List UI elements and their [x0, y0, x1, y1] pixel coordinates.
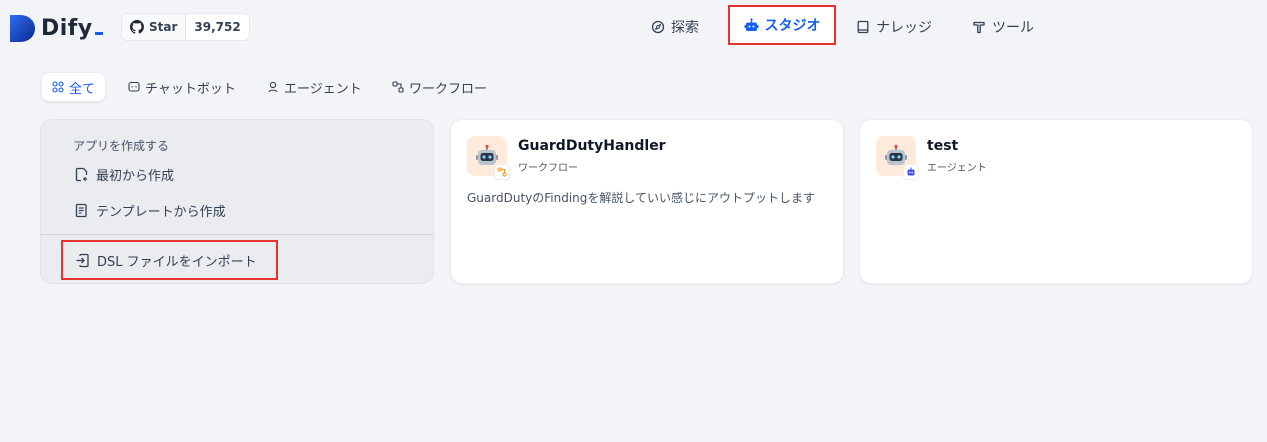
filter-tab-chatbot-label: チャットボット: [145, 81, 236, 97]
app-type: エージェント: [927, 163, 987, 174]
create-divider: [41, 234, 433, 235]
compass-icon: [651, 20, 665, 34]
github-star-widget[interactable]: Star 39,752: [121, 13, 250, 41]
hammer-icon: [973, 21, 985, 34]
grid-icon: [52, 81, 64, 93]
nav-explore-label: 探索: [671, 20, 699, 36]
app-type: ワークフロー: [518, 163, 578, 174]
robot-icon: [744, 17, 758, 31]
create-app-title: アプリを作成する: [73, 139, 170, 153]
dify-logo[interactable]: Dify: [10, 14, 103, 42]
nav-knowledge-label: ナレッジ: [876, 20, 932, 36]
app-name: test: [927, 138, 959, 154]
app-card[interactable]: GuardDutyHandler ワークフロー GuardDutyのFindin…: [450, 119, 844, 284]
app-name: GuardDutyHandler: [518, 138, 666, 154]
agent-badge-icon: [907, 167, 915, 176]
github-star-label: Star: [149, 20, 178, 34]
filter-tab-chatbot[interactable]: チャットボット: [118, 72, 246, 102]
github-star-button[interactable]: Star: [122, 14, 187, 40]
nav-studio[interactable]: スタジオ: [728, 5, 836, 45]
nav-tools[interactable]: ツール: [972, 14, 1034, 40]
create-from-template-label: テンプレートから作成: [96, 204, 226, 220]
filter-tab-workflow[interactable]: ワークフロー: [382, 72, 497, 102]
app-description: GuardDutyのFindingを解説していい感じにアウトプットします: [467, 191, 816, 205]
chat-bubble-icon: [128, 81, 140, 92]
book-icon: [857, 20, 869, 34]
filter-tab-all[interactable]: 全て: [41, 72, 107, 102]
nav-studio-label: スタジオ: [764, 18, 821, 34]
app-type-badge: [494, 164, 510, 180]
top-header: Dify Star 39,752: [0, 0, 1267, 54]
import-dsl-button[interactable]: DSL ファイルをインポート: [75, 250, 257, 270]
workflow-badge-icon: [497, 167, 507, 177]
app-card[interactable]: test エージェント: [859, 119, 1253, 284]
file-plus-icon: [75, 167, 88, 181]
import-dsl-label: DSL ファイルをインポート: [97, 254, 257, 270]
create-blank-button[interactable]: 最初から作成: [74, 163, 174, 185]
dify-logo-icon: [10, 14, 35, 42]
file-import-icon: [76, 253, 89, 267]
filter-tab-all-label: 全て: [69, 81, 96, 97]
nav-knowledge[interactable]: ナレッジ: [856, 14, 932, 40]
create-blank-label: 最初から作成: [96, 168, 175, 184]
agent-icon: [268, 81, 278, 93]
logo-text: Dify: [41, 16, 103, 41]
app-type-badge: [903, 164, 919, 180]
nav-explore[interactable]: 探索: [651, 14, 699, 40]
filter-tab-workflow-label: ワークフロー: [409, 81, 488, 97]
github-star-count: 39,752: [194, 20, 241, 34]
github-icon: [130, 20, 144, 34]
nav-tools-label: ツール: [992, 20, 1034, 36]
workflow-icon: [392, 81, 404, 93]
filter-tab-agent-label: エージェント: [284, 81, 362, 97]
file-template-icon: [75, 203, 87, 217]
filter-tab-agent[interactable]: エージェント: [257, 72, 372, 102]
create-from-template-button[interactable]: テンプレートから作成: [74, 199, 226, 221]
